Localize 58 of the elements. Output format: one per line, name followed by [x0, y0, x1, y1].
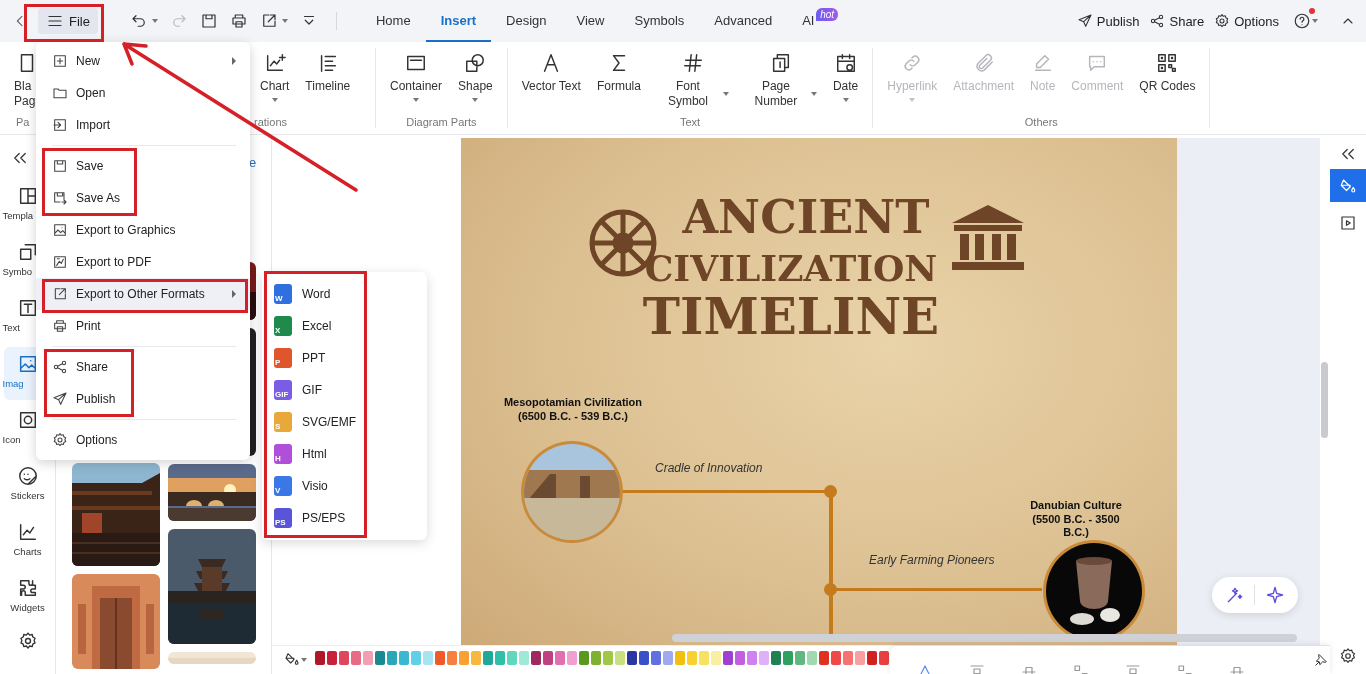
ribbon-tab[interactable]: Advanced: [699, 0, 788, 42]
menu-item[interactable]: GIF GIF: [262, 374, 427, 406]
menu-item[interactable]: Export to Other Formats: [36, 278, 250, 310]
ribbon-tab[interactable]: View: [561, 0, 620, 42]
group-label: Others: [1024, 116, 1058, 128]
publish-button[interactable]: Publish: [1076, 13, 1140, 29]
ribbon-button[interactable]: Formula: [588, 48, 649, 94]
menu-item[interactable]: S SVG/EMF: [262, 406, 427, 438]
file-type-icon: V: [274, 476, 292, 496]
menu-item[interactable]: X Excel: [262, 310, 427, 342]
options-button[interactable]: Options: [1214, 13, 1279, 29]
menu-item[interactable]: P PPT: [262, 342, 427, 374]
sidebar-item[interactable]: Widgets: [3, 571, 52, 624]
menu-item[interactable]: Save: [36, 150, 250, 182]
share-button[interactable]: Share: [1149, 13, 1205, 29]
menu-item[interactable]: W Word: [262, 278, 427, 310]
ribbon-button[interactable]: Container: [382, 48, 451, 102]
file-type-icon: X: [274, 316, 292, 336]
event-title: Mesopotamian Civilization: [502, 396, 644, 409]
sidebar-item[interactable]: Stickers: [3, 459, 52, 512]
ribbon-button[interactable]: Page Number: [736, 48, 825, 109]
menu-item[interactable]: H Html: [262, 438, 427, 470]
file-type-icon: H: [274, 444, 292, 464]
event-title: Danubian Culture: [1029, 499, 1123, 512]
group-label: Text: [679, 116, 701, 128]
menu-item[interactable]: PS PS/EPS: [262, 502, 427, 534]
event-caption: Early Farming Pioneers: [869, 553, 995, 567]
ribbon-button[interactable]: Vector Text: [513, 48, 589, 94]
hot-badge: hot: [816, 8, 839, 21]
group-label: rations: [254, 116, 288, 128]
more-link[interactable]: e: [249, 155, 257, 170]
menu-item[interactable]: Import: [36, 109, 250, 141]
file-type-icon: GIF: [274, 380, 292, 400]
menu-item[interactable]: V Visio: [262, 470, 427, 502]
ribbon-button[interactable]: Font Symbol: [648, 48, 737, 109]
ribbon-button[interactable]: Date: [824, 48, 867, 102]
file-type-icon: W: [274, 284, 292, 304]
file-type-icon: PS: [274, 508, 292, 528]
event-dates: (6500 B.C. - 539 B.C.): [516, 410, 629, 423]
ribbon-tab[interactable]: Design: [491, 0, 562, 42]
poster-title: CIVILIZATION: [644, 250, 938, 286]
file-type-icon: S: [274, 412, 292, 432]
poster-title: TIMELINE: [642, 292, 940, 342]
ribbon-button[interactable]: Timeline: [297, 48, 359, 94]
ribbon-tab[interactable]: Home: [360, 0, 426, 42]
ribbon-button[interactable]: QR Codes: [1131, 48, 1204, 94]
ribbon-button[interactable]: Chart: [252, 48, 298, 102]
sidebar-item[interactable]: Charts: [3, 515, 52, 568]
file-menu-button[interactable]: File: [38, 8, 98, 34]
ribbon-tab[interactable]: Symbols: [619, 0, 700, 42]
poster-title: ANCIENT: [682, 194, 930, 240]
event-dates: (5500 B.C. - 3500 B.C.): [1031, 513, 1121, 539]
group-label: Pa: [16, 116, 30, 128]
group-label: Diagram Parts: [406, 116, 477, 128]
ribbon-button[interactable]: Shape: [450, 48, 501, 102]
ribbon-tab[interactable]: Insert: [425, 0, 492, 42]
file-type-icon: P: [274, 348, 292, 368]
event-caption: Cradle of Innovation: [655, 461, 763, 475]
